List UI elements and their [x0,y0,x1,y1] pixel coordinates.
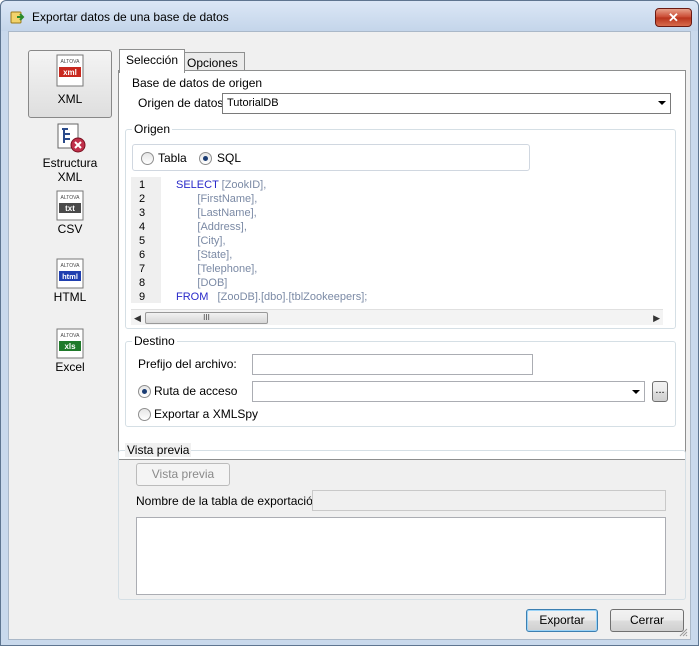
origin-group-title: Origen [132,122,173,136]
tab-seleccion[interactable]: Selección [119,49,186,73]
format-csv-label: CSV [57,222,83,236]
format-xml-label: XML [57,92,83,106]
export-dialog: Exportar datos de una base de datos ✕ AL… [0,0,699,646]
horizontal-scrollbar[interactable]: ◀ III ▶ [131,309,663,325]
sql-text: [FirstName], [176,193,258,205]
file-prefix-input[interactable] [252,354,533,375]
radio-tabla[interactable] [141,152,154,165]
svg-text:ALTOVA: ALTOVA [61,263,81,269]
code-line: SELECT [ZookID], [176,179,266,191]
code-line: [Address], [176,221,247,233]
code-line: [Telephone], [176,263,257,275]
line-number: 9 [139,291,146,303]
preview-group: Vista previa Vista previa Nombre de la t… [118,443,686,600]
data-source-label: Origen de datos: [138,96,227,110]
format-html-label: HTML [53,290,87,304]
sql-text: [City], [176,235,226,247]
preview-button[interactable]: Vista previa [136,463,230,486]
sql-text: [DOB] [176,277,228,289]
html-file-icon: ALTOVA html [56,258,84,289]
svg-text:xml: xml [63,68,77,77]
chevron-down-icon [658,101,666,105]
preview-group-title: Vista previa [125,443,192,457]
xml-structure-icon [57,123,86,153]
line-number: 4 [139,221,146,233]
radio-sql-label: SQL [217,151,242,165]
export-table-name-input[interactable] [312,490,666,511]
excel-file-icon: ALTOVA xls [56,328,84,359]
sql-text: [State], [176,249,233,261]
line-number-gutter: 1 2 3 4 5 6 7 8 9 [131,177,161,303]
svg-text:ALTOVA: ALTOVA [61,195,81,201]
sql-text: [Telephone], [176,263,258,275]
svg-text:txt: txt [65,204,75,213]
radio-tabla-label: Tabla [158,151,187,165]
source-db-group-title: Base de datos de origen [130,76,265,90]
export-button[interactable]: Exportar [526,609,598,632]
sql-keyword: SELECT [176,179,219,191]
close-button[interactable]: Cerrar [610,609,684,632]
sql-text: [Address], [176,221,247,233]
export-table-name-label: Nombre de la tabla de exportación: [136,494,323,508]
sql-keyword: FROM [176,291,209,303]
sql-editor[interactable]: 1 2 3 4 5 6 7 8 9 SELECT [ZookID], [Firs… [131,177,661,317]
close-window-button[interactable]: ✕ [655,8,692,27]
sql-text: [LastName], [176,207,257,219]
line-number: 7 [139,263,146,275]
radio-ruta[interactable] [138,385,151,398]
radio-ruta-label: Ruta de acceso [154,384,238,398]
line-number: 5 [139,235,146,247]
line-number: 8 [139,277,146,289]
scroll-right-icon[interactable]: ▶ [653,313,660,324]
code-line: [DOB] [176,277,227,289]
format-xml-structure-label: Estructura XML [42,156,98,184]
radio-sql[interactable] [199,152,212,165]
window-title: Exportar datos de una base de datos [32,10,229,24]
sql-text: [ZooDB].[dbo].[tblZookeepers]; [208,291,368,303]
format-csv[interactable]: ALTOVA txt CSV [28,190,112,240]
code-line: [LastName], [176,207,257,219]
format-excel-label: Excel [55,360,85,374]
file-prefix-label: Prefijo del archivo: [138,357,237,371]
radio-xmlspy-label: Exportar a XMLSpy [154,407,259,421]
code-line: [City], [176,235,226,247]
origin-mode-box: Tabla SQL [132,144,530,171]
svg-text:ALTOVA: ALTOVA [61,59,81,65]
selection-panel: Base de datos de origen Origen de datos:… [118,70,686,460]
format-html[interactable]: ALTOVA html HTML [28,258,112,308]
code-line: [State], [176,249,232,261]
format-excel[interactable]: ALTOVA xls Excel [28,328,112,378]
destination-group-title: Destino [132,334,177,348]
data-source-value: TutorialDB [227,97,279,109]
csv-file-icon: ALTOVA txt [56,190,84,221]
format-xml-structure[interactable]: Estructura XML [28,122,112,184]
resize-grip-icon[interactable] [678,627,688,637]
destination-group: Destino Prefijo del archivo: Ruta de acc… [125,334,676,427]
line-number: 6 [139,249,146,261]
chevron-down-icon [632,390,640,394]
path-combobox[interactable] [252,381,645,402]
format-list: ALTOVA xml XML Estructura XML ALTOVA txt… [9,32,119,432]
svg-text:ALTOVA: ALTOVA [61,333,81,339]
svg-text:xls: xls [64,342,76,351]
line-number: 1 [139,179,146,191]
source-db-group: Base de datos de origen Origen de datos:… [125,76,676,121]
preview-area [136,517,666,595]
dialog-body: ALTOVA xml XML Estructura XML ALTOVA txt… [8,31,691,640]
scroll-left-icon[interactable]: ◀ [134,313,141,324]
format-xml[interactable]: ALTOVA xml XML [28,50,112,118]
browse-button[interactable]: ... [652,381,668,402]
export-icon [10,11,25,24]
sql-text: [ZookID], [218,179,267,191]
scroll-thumb[interactable]: III [145,312,268,324]
svg-text:html: html [62,272,78,281]
line-number: 3 [139,207,146,219]
line-number: 2 [139,193,146,205]
code-line: [FirstName], [176,193,257,205]
code-line: FROM [ZooDB].[dbo].[tblZookeepers]; [176,291,367,303]
title-bar[interactable]: Exportar datos de una base de datos ✕ [1,1,698,31]
data-source-select[interactable]: TutorialDB [222,93,671,114]
xml-file-icon: ALTOVA xml [56,54,84,87]
radio-xmlspy[interactable] [138,408,151,421]
